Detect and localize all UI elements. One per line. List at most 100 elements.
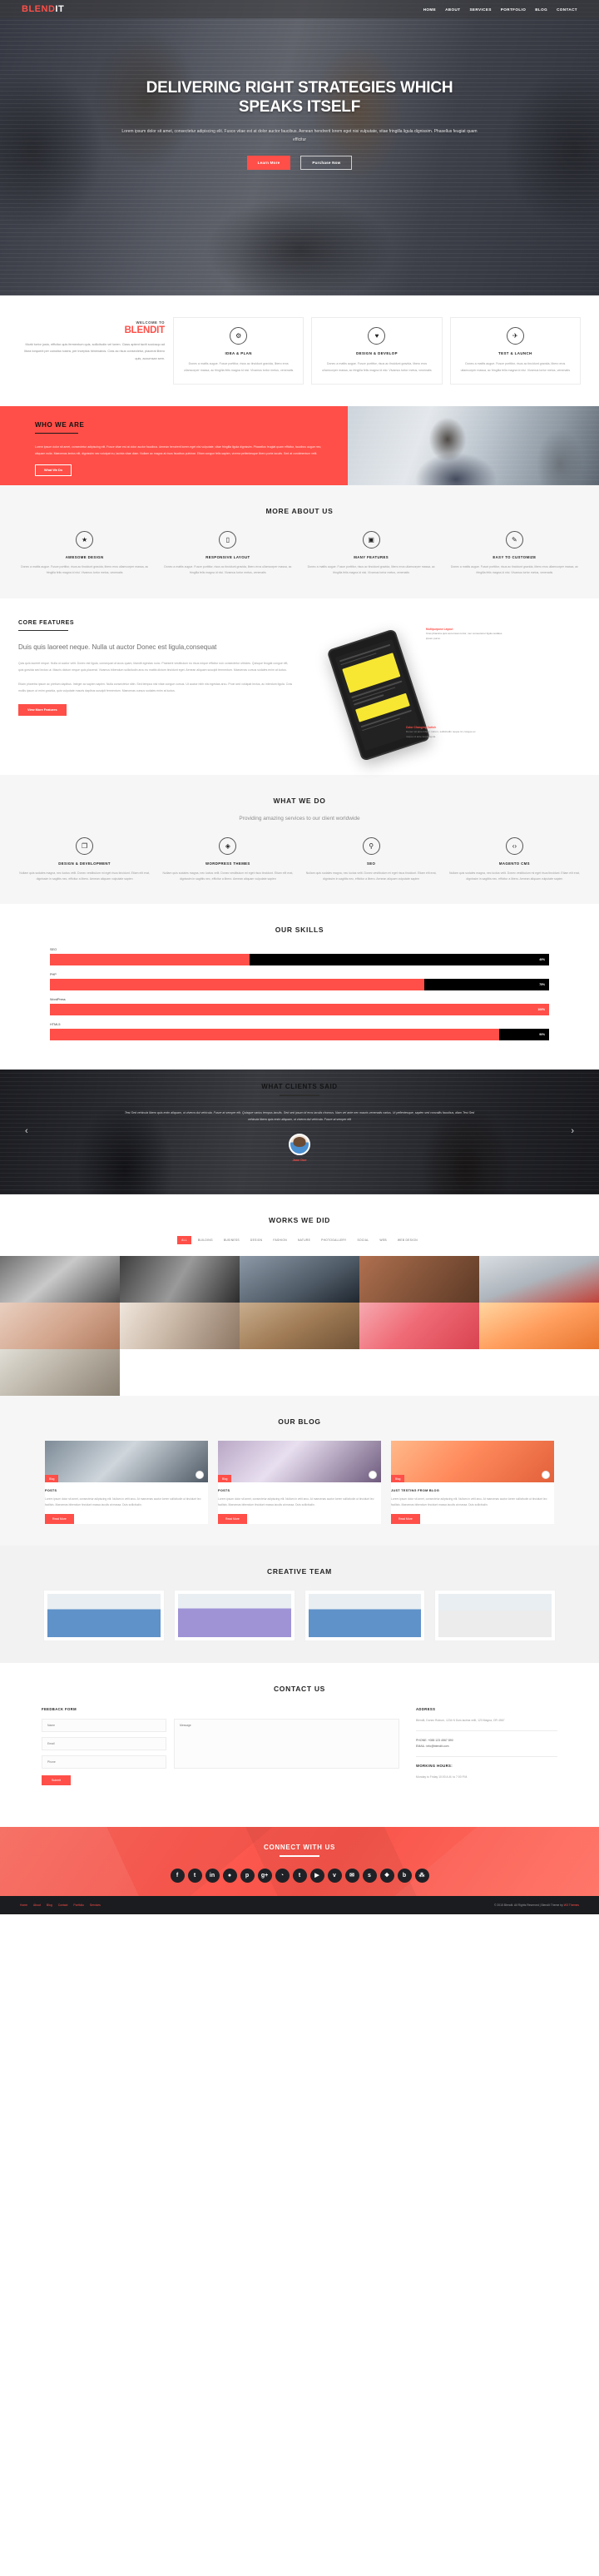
team-member[interactable]	[43, 1590, 165, 1642]
nav-item-portfolio[interactable]: PORTFOLIO	[501, 7, 526, 12]
portfolio-item[interactable]	[0, 1349, 120, 1397]
skill-percent: 90%	[539, 1033, 545, 1037]
pinterest-icon[interactable]: p	[240, 1868, 255, 1883]
portfolio-item[interactable]	[240, 1349, 359, 1397]
blog-post[interactable]: Blog JUST TESTING FROM BLOG Lorem ipsum …	[391, 1441, 554, 1525]
what-we-do-items: ❐ DESIGN & DEVELOPMENT Nullam quis sodal…	[18, 836, 581, 883]
service-seo[interactable]: ⚲ SEO Nullam quis sodales magna, nec luc…	[305, 836, 438, 883]
skype-icon[interactable]: s	[362, 1868, 377, 1883]
skill-bar-fill	[50, 979, 424, 991]
twitter-icon[interactable]: t	[187, 1868, 202, 1883]
filter-web[interactable]: WEB	[375, 1236, 390, 1244]
nav-item-home[interactable]: HOME	[423, 7, 436, 12]
portfolio-item[interactable]	[359, 1349, 479, 1397]
feature-easy-to-customize[interactable]: ✎ EASY TO CUSTOMIZE Donec a mattis augue…	[448, 531, 581, 577]
skill-bar-fill	[50, 1004, 549, 1016]
vimeo-icon[interactable]: v	[327, 1868, 342, 1883]
rocket-icon: ✈	[506, 327, 524, 345]
portfolio-item[interactable]	[479, 1349, 599, 1397]
read-more-button[interactable]: Read More	[391, 1514, 420, 1525]
mail-icon[interactable]: ✉	[344, 1868, 359, 1883]
copyright-brand[interactable]: W3 Themes	[564, 1903, 579, 1907]
portfolio-item[interactable]	[0, 1256, 120, 1303]
service-text: Nullam quis sodales magna, nec luctus ve…	[162, 871, 294, 881]
message-input[interactable]	[174, 1719, 399, 1769]
purchase-now-button[interactable]: Purchase Now	[300, 155, 353, 170]
section-title-text: CREATIVE TEAM	[267, 1567, 332, 1576]
footer-link-contact[interactable]: Contact	[58, 1903, 68, 1907]
footer-link-home[interactable]: Home	[20, 1903, 27, 1907]
service-magento-cms[interactable]: ‹› MAGENTO CMS Nullam quis sodales magna…	[448, 836, 581, 883]
blog-post[interactable]: Blog POSTS Lorem ipsum dolor sit amet, c…	[45, 1441, 208, 1525]
learn-more-button[interactable]: Learn More	[246, 155, 291, 170]
tumblr-icon[interactable]: t	[292, 1868, 307, 1883]
skill-bar-track: 40%	[50, 954, 549, 966]
portfolio-item[interactable]	[120, 1256, 240, 1303]
nav-item-services[interactable]: SERVICES	[469, 7, 491, 12]
portfolio-item[interactable]	[0, 1303, 120, 1350]
rss-icon[interactable]: ◔	[275, 1868, 290, 1883]
portfolio-item[interactable]	[240, 1256, 359, 1303]
nav-item-about[interactable]: ABOUT	[445, 7, 460, 12]
youtube-icon[interactable]: ▶	[309, 1868, 324, 1883]
portfolio-item[interactable]	[120, 1349, 240, 1397]
googleplus-icon[interactable]: g+	[257, 1868, 272, 1883]
footer-link-portfolio[interactable]: Portfolio	[73, 1903, 83, 1907]
card-test-launch[interactable]: ✈ TEST & LAUNCH Donec a mattis augue. Fu…	[449, 317, 581, 385]
card-idea-plan[interactable]: ⚙ IDEA & PLAN Donec a mattis augue. Fusc…	[173, 317, 304, 385]
email-input[interactable]	[42, 1737, 166, 1751]
service-design-development[interactable]: ❐ DESIGN & DEVELOPMENT Nullam quis sodal…	[18, 836, 151, 883]
core-features-paragraph-2: Etiam pharetra ipsum ac pretium dapibus.…	[18, 682, 293, 692]
service-title: DESIGN & DEVELOPMENT	[58, 861, 111, 866]
filter-photogallery[interactable]: PHOTOGALLERY	[317, 1236, 350, 1244]
feature-many-features[interactable]: ▣ MANY FEATURES Donec a mattis augue. Fu…	[305, 531, 438, 577]
nav-item-contact[interactable]: CONTACT	[557, 7, 577, 12]
site-logo[interactable]: BLENDIT	[22, 4, 64, 14]
phone-mockup	[326, 628, 431, 762]
facebook-icon[interactable]: f	[170, 1868, 185, 1883]
filter-design[interactable]: DESIGN	[246, 1236, 266, 1244]
portfolio-item[interactable]	[240, 1303, 359, 1350]
team-member[interactable]	[434, 1590, 556, 1642]
linkedin-icon[interactable]: in	[205, 1868, 220, 1883]
footer-link-blog[interactable]: Blog	[47, 1903, 52, 1907]
filter-social[interactable]: SOCIAL	[354, 1236, 374, 1244]
behance-icon[interactable]: b	[397, 1868, 412, 1883]
feature-responsive-layout[interactable]: ▯ RESPONSIVE LAYOUT Donec a mattis augue…	[161, 531, 294, 577]
filter-nature[interactable]: NATURE	[294, 1236, 314, 1244]
flickr-icon[interactable]: ❖	[379, 1868, 394, 1883]
footer-link-services[interactable]: Services	[90, 1903, 101, 1907]
view-more-features-button[interactable]: View More Features	[18, 703, 67, 716]
phone-input[interactable]	[42, 1755, 166, 1769]
nav-item-blog[interactable]: BLOG	[535, 7, 547, 12]
read-more-button[interactable]: Read More	[45, 1514, 74, 1525]
filter-fashion[interactable]: FASHION	[269, 1236, 291, 1244]
filter-building[interactable]: BUILDING	[194, 1236, 217, 1244]
what-we-do-button[interactable]: What We Do	[35, 464, 72, 477]
team-member[interactable]	[173, 1590, 295, 1642]
portfolio-item[interactable]	[479, 1303, 599, 1350]
filter-business[interactable]: BUSINESS	[220, 1236, 244, 1244]
footer-link-about[interactable]: About	[33, 1903, 41, 1907]
feature-awesome-design[interactable]: ★ AWESOME DESIGN Donec a mattis augue. F…	[18, 531, 151, 577]
blog-post[interactable]: Blog POSTS Lorem ipsum dolor sit amet, c…	[218, 1441, 381, 1525]
testimonial-next-arrow[interactable]: ›	[571, 1126, 574, 1136]
submit-button[interactable]: Submit	[42, 1775, 71, 1786]
footer: Home About Blog Contact Portfolio Servic…	[0, 1895, 599, 1914]
portfolio-item[interactable]	[120, 1303, 240, 1350]
share-icon[interactable]: ⁂	[414, 1868, 429, 1883]
portfolio-item[interactable]	[479, 1256, 599, 1303]
portfolio-item[interactable]	[359, 1256, 479, 1303]
service-wordpress-themes[interactable]: ◈ WORDPRESS THEMES Nullam quis sodales m…	[161, 836, 294, 883]
testimonial-prev-arrow[interactable]: ‹	[25, 1126, 28, 1136]
portfolio-item[interactable]	[359, 1303, 479, 1350]
team-member[interactable]	[304, 1590, 426, 1642]
filter-all[interactable]: ALL	[177, 1236, 191, 1245]
core-features-heading: Duis quis laoreet neque. Nulla ut auctor…	[18, 643, 217, 652]
name-input[interactable]	[42, 1719, 166, 1733]
card-design-develop[interactable]: ♥ DESIGN & DEVELOP Donec a mattis augue.…	[311, 317, 443, 385]
read-more-button[interactable]: Read More	[218, 1514, 247, 1525]
top-navbar: BLENDIT HOME ABOUT SERVICES PORTFOLIO BL…	[0, 0, 599, 18]
dribbble-icon[interactable]: ●	[222, 1868, 237, 1883]
filter-web-design[interactable]: WEB DESIGN	[394, 1236, 422, 1244]
